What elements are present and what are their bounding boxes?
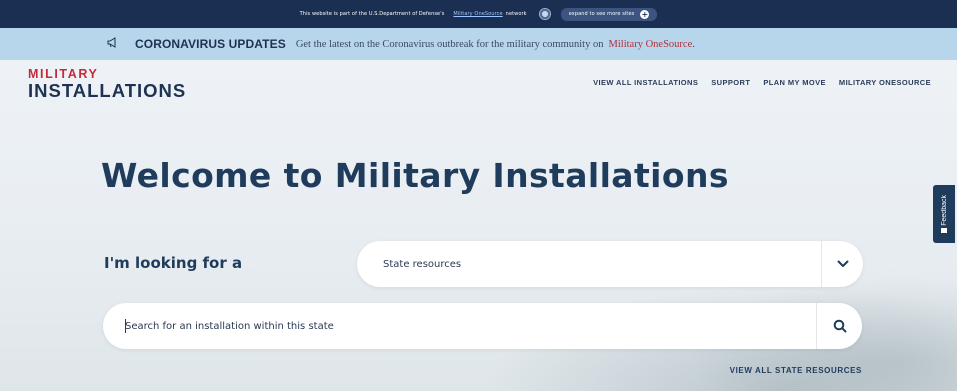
chevron-down-icon[interactable] — [821, 241, 863, 287]
plus-icon: + — [640, 9, 650, 19]
coronavirus-banner: CORONAVIRUS UPDATES Get the latest on th… — [0, 28, 957, 60]
feedback-label: Feedback — [940, 194, 948, 226]
feedback-icon — [941, 228, 947, 234]
looking-for-label: I'm looking for a — [104, 254, 243, 272]
text-caret — [125, 319, 126, 333]
nav-plan-my-move[interactable]: PLAN MY MOVE — [763, 78, 826, 87]
military-onesource-link[interactable]: Military OneSource — [453, 11, 502, 17]
dod-network-text: This website is part of the U.S.Departme… — [299, 11, 445, 17]
search-icon — [833, 319, 846, 333]
resource-type-select[interactable]: State resources — [357, 241, 863, 287]
installation-search — [103, 303, 862, 349]
coronavirus-text: Get the latest on the Coronavirus outbre… — [295, 38, 604, 50]
nav-military-onesource[interactable]: MILITARY ONESOURCE — [839, 78, 931, 87]
dod-network-suffix: network — [505, 11, 527, 17]
expand-sites-button[interactable]: expand to see more sites + — [560, 7, 658, 21]
feedback-tab[interactable]: Feedback — [933, 185, 955, 243]
dod-network-bar: This website is part of the U.S.Departme… — [0, 0, 957, 28]
nav-support[interactable]: SUPPORT — [711, 78, 750, 87]
coronavirus-period: . — [692, 38, 695, 50]
view-all-state-resources-link[interactable]: VIEW ALL STATE RESOURCES — [730, 366, 862, 375]
nav-view-all-installations[interactable]: VIEW ALL INSTALLATIONS — [593, 78, 698, 87]
page-title: Welcome to Military Installations — [101, 156, 729, 195]
expand-sites-label: expand to see more sites — [568, 11, 635, 17]
megaphone-icon — [107, 37, 119, 51]
search-input[interactable] — [103, 303, 816, 349]
coronavirus-title: CORONAVIRUS UPDATES — [135, 37, 286, 51]
coronavirus-onesource-link[interactable]: Military OneSource — [609, 39, 693, 50]
site-logo[interactable]: MILITARY INSTALLATIONS — [28, 68, 186, 101]
search-button[interactable] — [816, 303, 862, 349]
dod-seal-icon — [538, 8, 551, 20]
resource-type-value: State resources — [383, 258, 462, 270]
logo-installations: INSTALLATIONS — [28, 80, 187, 101]
main-nav: VIEW ALL INSTALLATIONS SUPPORT PLAN MY M… — [593, 78, 931, 87]
